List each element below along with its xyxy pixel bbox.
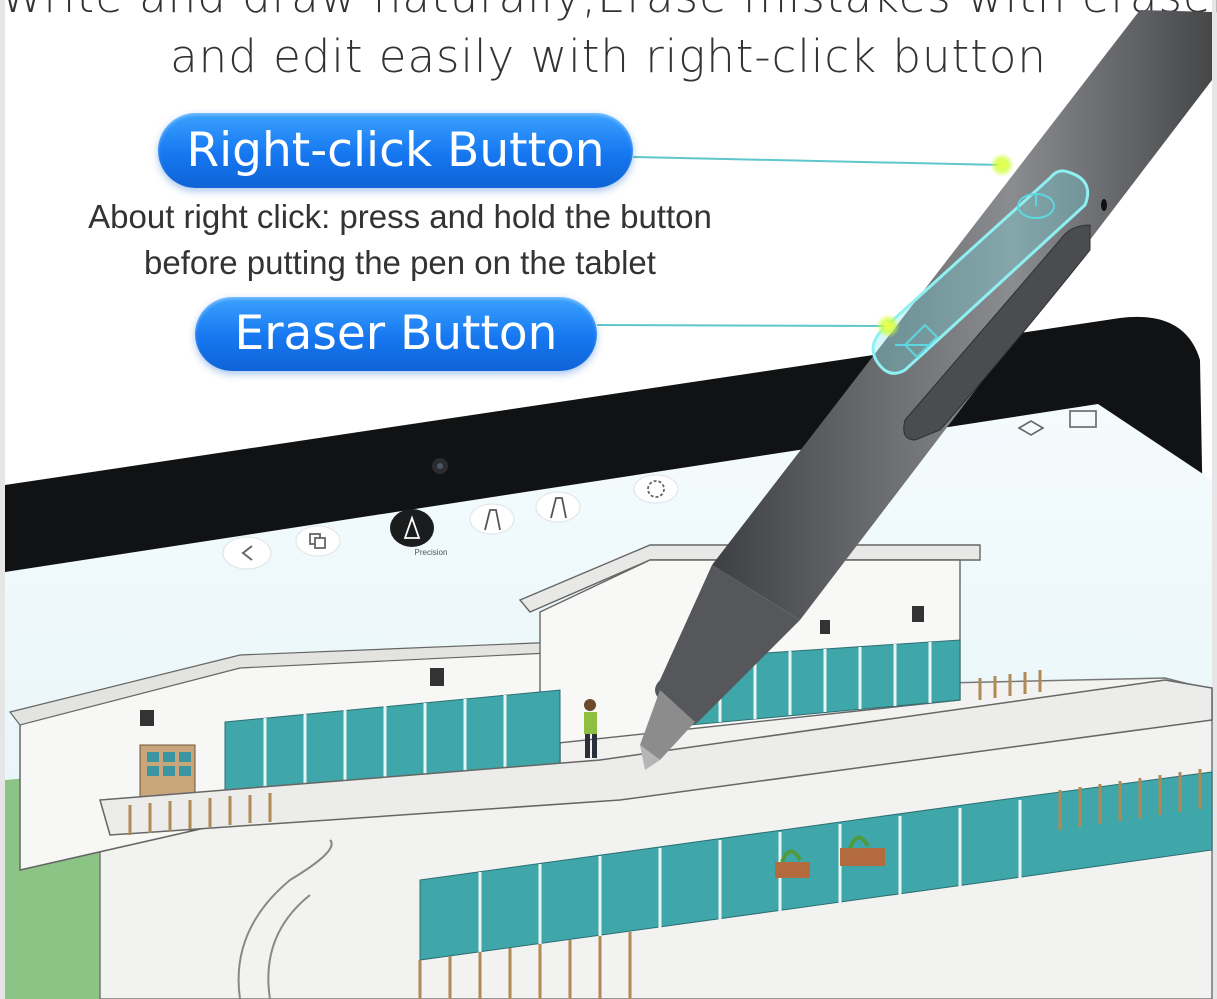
brush-icon[interactable] [535, 491, 581, 523]
eraser-button-callout: Eraser Button [195, 297, 597, 371]
right-click-note-line-1: About right click: press and hold the bu… [88, 198, 712, 235]
layers-icon[interactable] [295, 525, 341, 557]
back-icon[interactable] [222, 536, 272, 570]
marker-icon[interactable] [469, 503, 515, 535]
right-click-button-callout: Right-click Button [158, 113, 633, 188]
precision-label: Precision [415, 548, 448, 557]
lasso-icon[interactable] [633, 474, 679, 504]
right-click-note-line-2: before putting the pen on the tablet [144, 244, 656, 281]
